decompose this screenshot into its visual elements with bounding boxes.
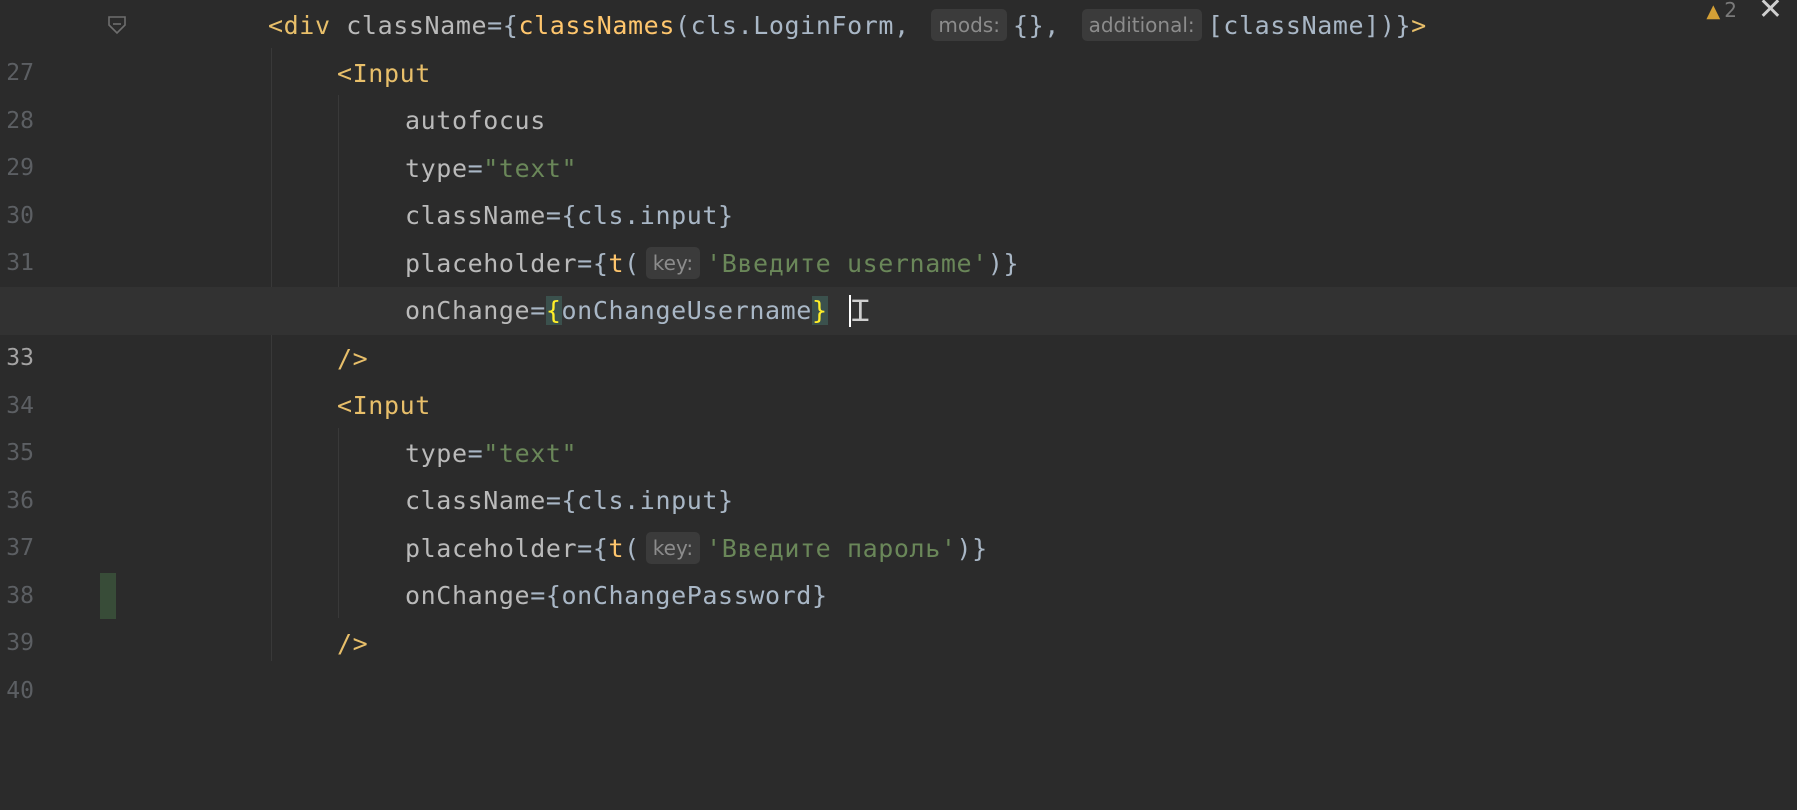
token: = bbox=[577, 249, 593, 278]
token: onChange bbox=[405, 296, 531, 325]
matched-brace: } bbox=[811, 296, 828, 325]
parameter-hint: key: bbox=[645, 247, 701, 279]
token: /> bbox=[337, 344, 369, 373]
code-line-27[interactable]: 27 <div className={classNames(cls.LoginF… bbox=[0, 2, 1797, 86]
code-text: <Input bbox=[337, 50, 431, 98]
token: type bbox=[405, 439, 468, 468]
token: = bbox=[530, 581, 546, 610]
token: onChange bbox=[405, 581, 531, 610]
code-line-36[interactable]: 36 type="text" bbox=[0, 430, 1797, 514]
code-line-38[interactable]: 38 placeholder={t(key: 'Введите пароль')} bbox=[0, 525, 1797, 609]
code-line-35[interactable]: 35 <Input bbox=[0, 382, 1797, 466]
code-text: <Input bbox=[337, 382, 431, 430]
token: (cls.LoginForm, bbox=[674, 11, 926, 40]
token: <Input bbox=[337, 59, 431, 88]
token: className bbox=[405, 201, 546, 230]
token: [className])} bbox=[1207, 11, 1412, 40]
token: > bbox=[1411, 11, 1427, 40]
token: placeholder bbox=[405, 534, 578, 563]
token: /> bbox=[337, 629, 369, 658]
token: { bbox=[502, 11, 519, 40]
parameter-hint: mods: bbox=[931, 9, 1007, 41]
token: t bbox=[608, 249, 625, 278]
token: {onChangePassword} bbox=[545, 581, 828, 610]
token: className bbox=[346, 11, 488, 40]
code-line-39[interactable]: 39 onChange={onChangePassword} bbox=[0, 572, 1797, 656]
code-line-29[interactable]: 29 autofocus bbox=[0, 97, 1797, 181]
token: onChangeUsername bbox=[561, 296, 812, 325]
code-line-34[interactable]: 34 /> bbox=[0, 335, 1797, 419]
token: = bbox=[577, 534, 593, 563]
token: type bbox=[405, 154, 468, 183]
code-text: /> bbox=[337, 335, 368, 383]
parameter-hint: additional: bbox=[1081, 9, 1202, 41]
token: {cls.input} bbox=[561, 201, 734, 230]
token: ( bbox=[624, 534, 640, 563]
code-text: autofocus bbox=[405, 97, 546, 145]
warning-icon: ▲ bbox=[1706, 1, 1721, 22]
inspection-warnings-widget[interactable]: ▲ 2 bbox=[1706, 0, 1737, 22]
token: = bbox=[467, 439, 484, 468]
code-text: placeholder={t(key: 'Введите username')} bbox=[405, 240, 1019, 288]
code-editor[interactable]: 27 <div className={classNames(cls.LoginF… bbox=[0, 0, 1797, 704]
line-number: 40 bbox=[6, 677, 34, 704]
code-text: /> bbox=[337, 620, 368, 668]
token: 'Введите username' bbox=[706, 249, 988, 278]
code-text: <div className={classNames(cls.LoginForm… bbox=[268, 2, 1427, 50]
token: classNames bbox=[518, 11, 675, 40]
code-text: type="text" bbox=[405, 430, 577, 478]
code-line-28[interactable]: 28 <Input bbox=[0, 50, 1797, 134]
code-text: className={cls.input} bbox=[405, 477, 734, 525]
matched-brace: { bbox=[545, 296, 562, 325]
token: placeholder bbox=[405, 249, 578, 278]
code-text: placeholder={t(key: 'Введите пароль')} bbox=[405, 525, 988, 573]
code-text: type="text" bbox=[405, 145, 577, 193]
token: className bbox=[405, 486, 546, 515]
code-text: onChange={onChangeUsername} bbox=[405, 287, 828, 335]
token: { bbox=[592, 534, 609, 563]
token: )} bbox=[987, 249, 1020, 278]
token: <Input bbox=[337, 391, 431, 420]
code-line-37[interactable]: 37 className={cls.input} bbox=[0, 477, 1797, 561]
parameter-hint: key: bbox=[645, 532, 701, 564]
code-line-32[interactable]: 32 placeholder={t(key:'Введите username'… bbox=[0, 240, 1797, 324]
text-caret bbox=[849, 295, 851, 327]
token: 'Введите пароль' bbox=[706, 534, 957, 563]
token: { bbox=[592, 249, 609, 278]
code-line-40[interactable]: 40 /> bbox=[0, 620, 1797, 704]
token: )} bbox=[956, 534, 988, 563]
token: = bbox=[545, 201, 562, 230]
code-line-33-current[interactable]: 33 onChange={onChangeUsername} bbox=[0, 287, 1797, 371]
token: {cls.input} bbox=[561, 486, 734, 515]
code-line-30[interactable]: 30 type="text" bbox=[0, 145, 1797, 229]
token: "text" bbox=[483, 154, 578, 183]
token: <div bbox=[268, 11, 347, 40]
warning-count: 2 bbox=[1724, 0, 1737, 22]
close-icon[interactable]: ✕ bbox=[1758, 0, 1783, 27]
token: = bbox=[467, 154, 484, 183]
mouse-ibeam-cursor-icon: Ɪ bbox=[852, 294, 869, 329]
token: {}, bbox=[1012, 11, 1076, 40]
code-line-31[interactable]: 31 className={cls.input} bbox=[0, 192, 1797, 276]
code-text: onChange={onChangePassword} bbox=[405, 572, 828, 620]
token: = bbox=[545, 486, 562, 515]
code-text: className={cls.input} bbox=[405, 192, 734, 240]
token: autofocus bbox=[405, 106, 546, 135]
token: t bbox=[608, 534, 625, 563]
token: = bbox=[530, 296, 546, 325]
token: = bbox=[487, 11, 503, 40]
token: "text" bbox=[483, 439, 578, 468]
token: ( bbox=[624, 249, 640, 278]
